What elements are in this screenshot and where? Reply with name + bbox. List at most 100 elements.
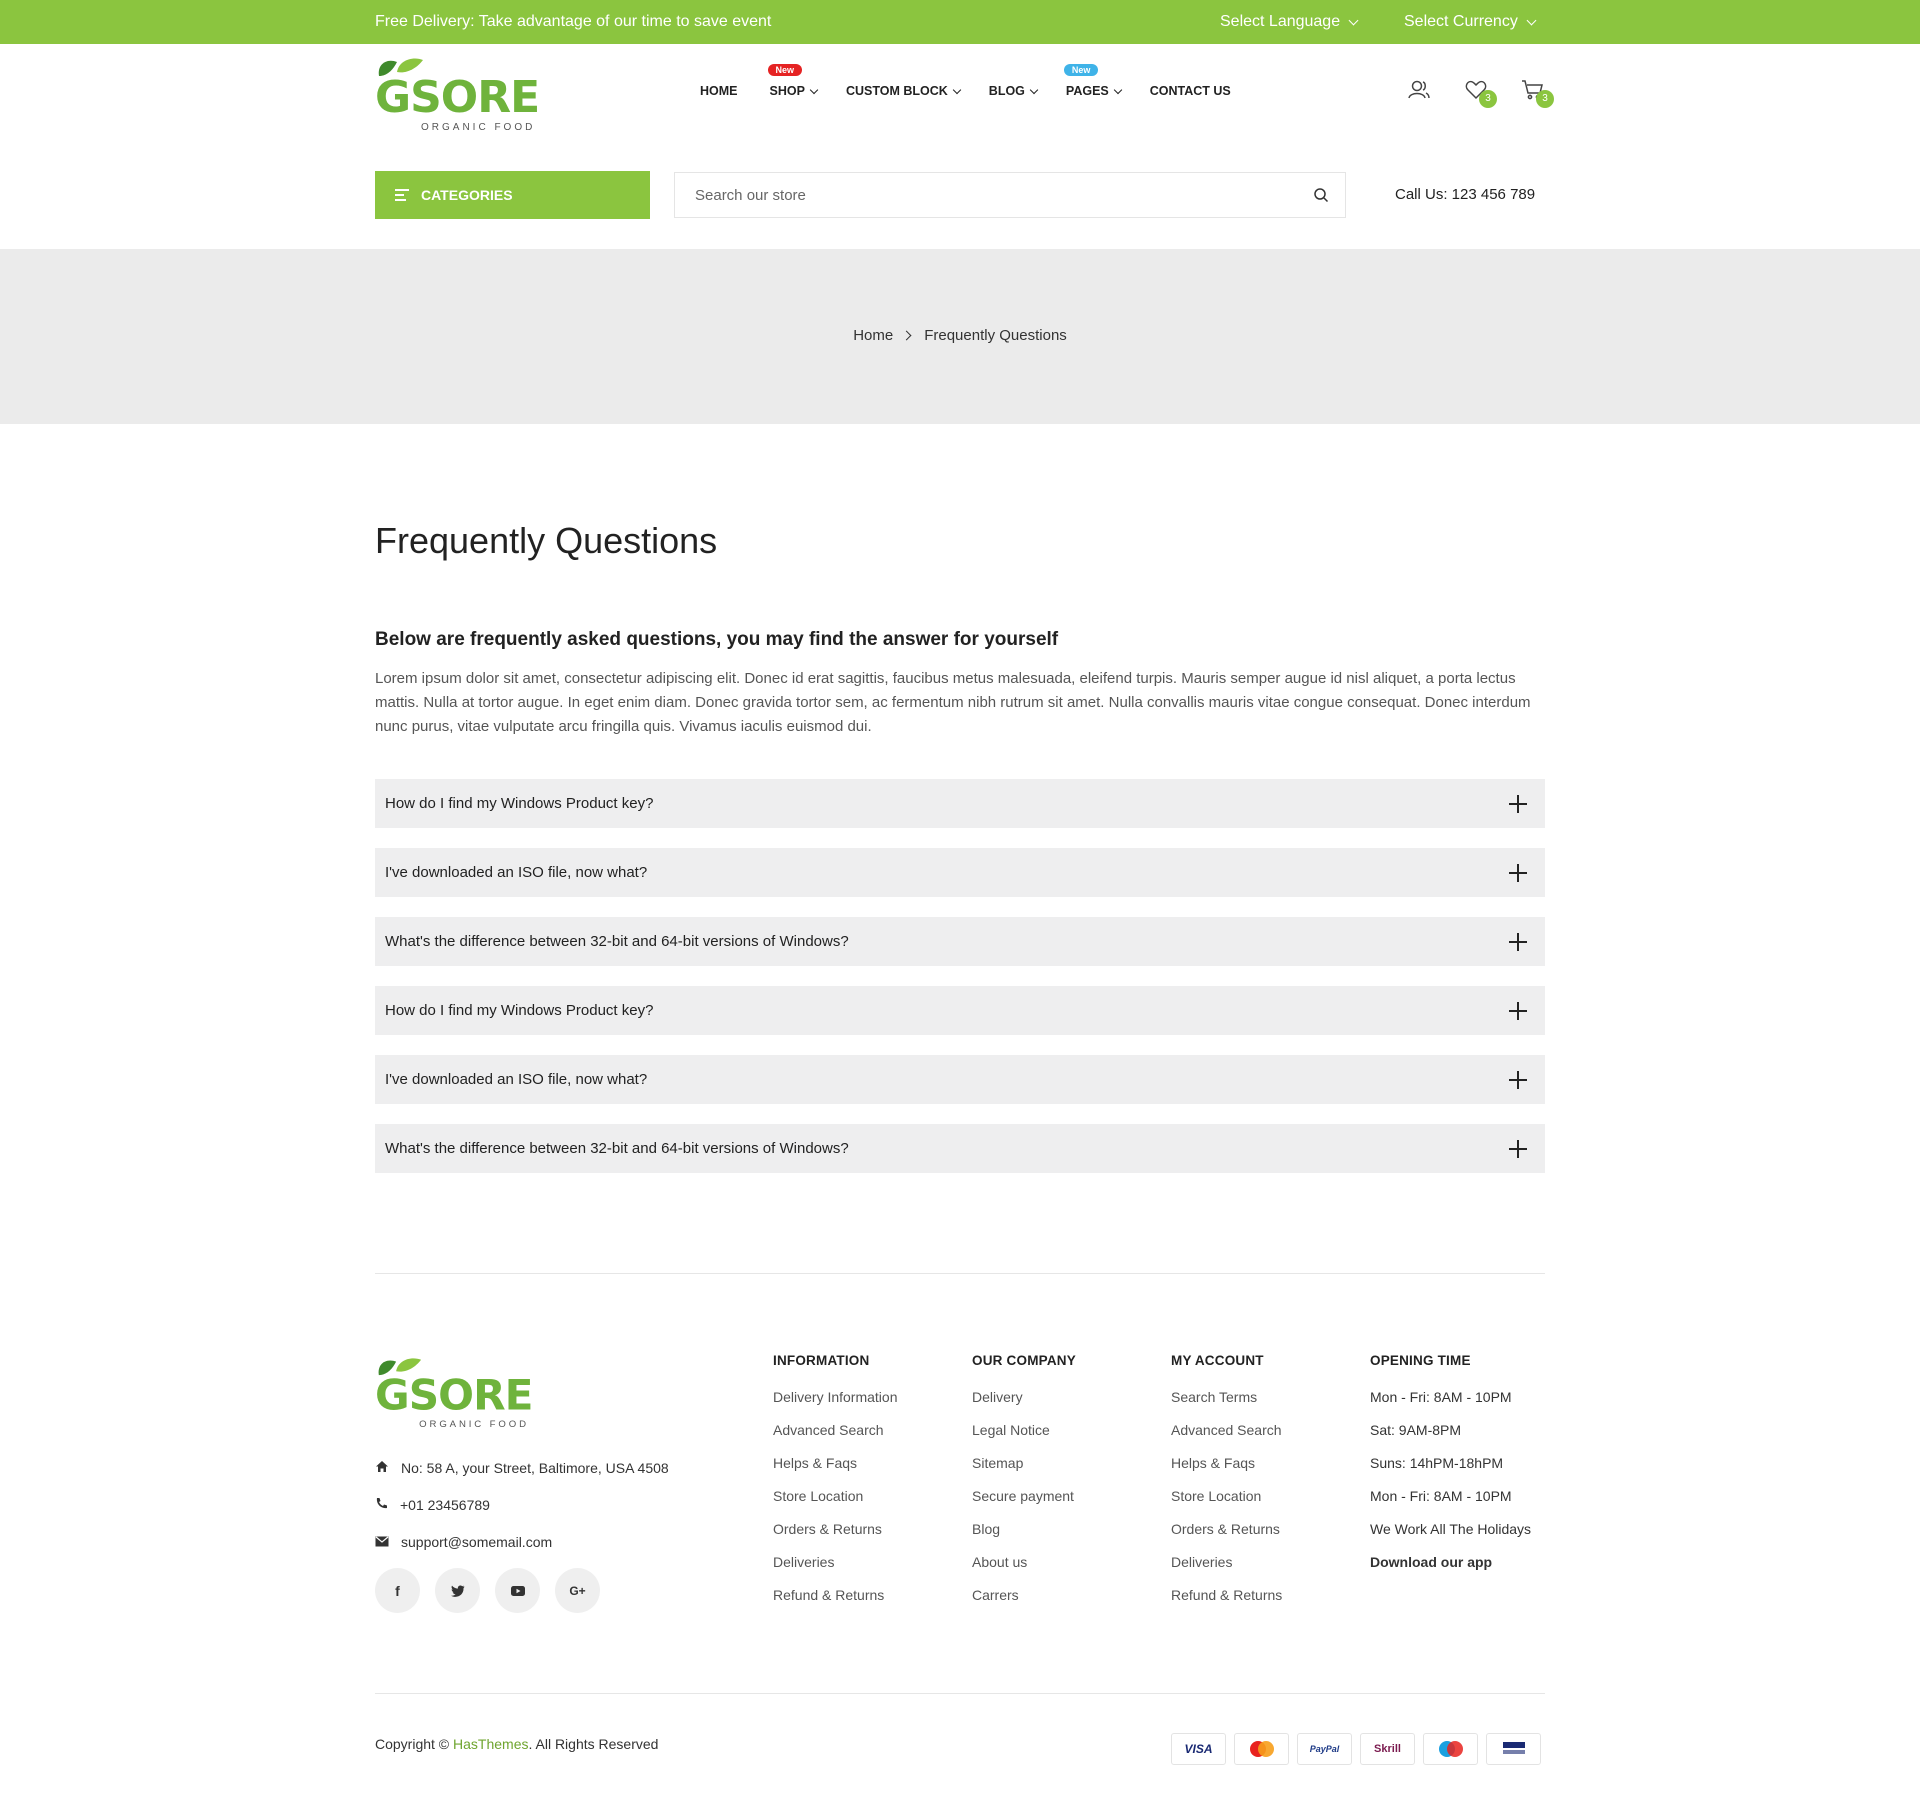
cart-count-badge: 3 — [1536, 90, 1554, 108]
nav-shop-label: SHOP — [769, 84, 805, 98]
footer-link[interactable]: Helps & Faqs — [1171, 1455, 1282, 1488]
faq-question-text: I've downloaded an ISO file, now what? — [385, 1071, 648, 1088]
nav-contact[interactable]: CONTACT US — [1150, 84, 1231, 98]
footer-link[interactable]: Secure payment — [972, 1488, 1076, 1521]
facebook-icon[interactable]: f — [375, 1568, 420, 1613]
skrill-label: Skrill — [1374, 1743, 1401, 1755]
call-us: Call Us: 123 456 789 — [1395, 186, 1536, 203]
cart-icon[interactable]: 3 — [1521, 78, 1554, 108]
search-icon[interactable] — [1313, 187, 1329, 208]
footer-link[interactable]: Refund & Returns — [773, 1587, 898, 1620]
categories-button[interactable]: CATEGORIES — [375, 171, 650, 219]
nav-home-label: HOME — [700, 84, 738, 98]
phone-icon — [375, 1497, 388, 1513]
search-input[interactable] — [675, 173, 1275, 217]
footer-link[interactable]: Store Location — [1171, 1488, 1282, 1521]
nav-custom-block[interactable]: CUSTOM BLOCK — [845, 84, 962, 98]
address-text: No: 58 A, your Street, Baltimore, USA 45… — [401, 1460, 669, 1476]
categories-label: CATEGORIES — [421, 187, 513, 203]
language-label: Select Language — [1220, 13, 1341, 30]
footer-link[interactable]: Blog — [972, 1521, 1076, 1554]
opening-hours: Mon - Fri: 8AM - 10PM — [1370, 1389, 1512, 1405]
footer-company: OUR COMPANY Delivery Legal Notice Sitema… — [972, 1353, 1076, 1620]
faq-question[interactable]: I've downloaded an ISO file, now what? — [375, 848, 1545, 897]
plus-icon — [1509, 933, 1527, 951]
email-text[interactable]: support@somemail.com — [401, 1534, 552, 1550]
footer-email: support@somemail.com — [375, 1534, 552, 1550]
wishlist-icon[interactable]: 3 — [1464, 78, 1497, 108]
plus-icon — [1509, 864, 1527, 882]
promo-text: Free Delivery: Take advantage of our tim… — [375, 13, 772, 30]
breadcrumb-home[interactable]: Home — [853, 327, 893, 344]
faq-question-text: What's the difference between 32-bit and… — [385, 933, 849, 950]
faq-question[interactable]: I've downloaded an ISO file, now what? — [375, 1055, 1545, 1104]
faq-question-text: How do I find my Windows Product key? — [385, 1002, 654, 1019]
faq-description: Lorem ipsum dolor sit amet, consectetur … — [375, 670, 1531, 735]
footer-link[interactable]: Orders & Returns — [773, 1521, 898, 1554]
footer-link[interactable]: Advanced Search — [1171, 1422, 1282, 1455]
footer-link[interactable]: Advanced Search — [773, 1422, 898, 1455]
faq-question[interactable]: How do I find my Windows Product key? — [375, 986, 1545, 1035]
youtube-icon[interactable] — [495, 1568, 540, 1613]
footer-link[interactable]: Refund & Returns — [1171, 1587, 1282, 1620]
twitter-icon[interactable] — [435, 1568, 480, 1613]
chevron-down-icon — [952, 85, 962, 94]
opening-hours: Sat: 9AM-8PM — [1370, 1422, 1462, 1438]
home-icon — [375, 1460, 389, 1476]
language-select[interactable]: Select Language — [1220, 13, 1359, 31]
top-bar: Free Delivery: Take advantage of our tim… — [0, 0, 1920, 44]
chevron-down-icon — [809, 85, 819, 94]
faq-question-text: What's the difference between 32-bit and… — [385, 1140, 849, 1157]
footer-link[interactable]: Legal Notice — [972, 1422, 1076, 1455]
nav-blog[interactable]: BLOG — [988, 84, 1039, 98]
footer-link[interactable]: Helps & Faqs — [773, 1455, 898, 1488]
footer-link[interactable]: Delivery — [972, 1389, 1076, 1422]
visa-label: VISA — [1184, 1742, 1213, 1756]
nav-blog-label: BLOG — [988, 84, 1025, 98]
footer-link[interactable]: Deliveries — [773, 1554, 898, 1587]
user-icon[interactable] — [1407, 78, 1433, 104]
footer-phone: +01 23456789 — [375, 1497, 490, 1513]
footer-information: INFORMATION Delivery Information Advance… — [773, 1353, 898, 1620]
footer-link[interactable]: Sitemap — [972, 1455, 1076, 1488]
currency-select[interactable]: Select Currency — [1404, 13, 1537, 31]
wishlist-count-badge: 3 — [1479, 90, 1497, 108]
download-app-link[interactable]: Download our app — [1370, 1554, 1531, 1587]
faq-question[interactable]: What's the difference between 32-bit and… — [375, 1124, 1545, 1173]
chevron-down-icon — [1029, 85, 1039, 94]
faq-question[interactable]: How do I find my Windows Product key? — [375, 779, 1545, 828]
menu-icon — [395, 189, 409, 201]
nav-home[interactable]: HOME — [700, 84, 738, 98]
chevron-down-icon — [1113, 85, 1122, 94]
nav-contact-label: CONTACT US — [1149, 84, 1231, 98]
main-nav: HOME New SHOP CUSTOM BLOCK BLOG New PAGE… — [700, 64, 1231, 98]
chevron-down-icon — [1526, 15, 1537, 25]
plus-icon — [1509, 1002, 1527, 1020]
new-badge: New — [767, 64, 803, 76]
footer-link[interactable]: About us — [972, 1554, 1076, 1587]
nav-pages[interactable]: New PAGES — [1063, 64, 1122, 98]
footer-link[interactable]: Orders & Returns — [1171, 1521, 1282, 1554]
nav-shop[interactable]: New SHOP — [767, 64, 819, 98]
search-box — [674, 172, 1346, 218]
faq-question[interactable]: What's the difference between 32-bit and… — [375, 917, 1545, 966]
footer-link[interactable]: Store Location — [773, 1488, 898, 1521]
copyright-brand-link[interactable]: HasThemes — [453, 1736, 528, 1752]
site-logo[interactable]: GSORE ORGANIC FOOD — [375, 54, 540, 133]
footer-link[interactable]: Delivery Information — [773, 1389, 898, 1422]
footer-col-title: OPENING TIME — [1370, 1353, 1471, 1368]
footer-link[interactable]: Carrers — [972, 1587, 1076, 1620]
footer-link[interactable]: Deliveries — [1171, 1554, 1282, 1587]
footer-bottom-divider — [375, 1693, 1545, 1694]
logo-word: GSORE — [375, 1371, 534, 1421]
breadcrumb-band: Home Frequently Questions — [0, 249, 1920, 424]
faq-question-text: How do I find my Windows Product key? — [385, 795, 654, 812]
footer-logo[interactable]: GSORE ORGANIC FOOD — [375, 1354, 534, 1430]
phone-text: +01 23456789 — [400, 1497, 490, 1513]
footer-link[interactable]: Search Terms — [1171, 1389, 1282, 1422]
nav-custom-block-label: CUSTOM BLOCK — [845, 84, 948, 98]
chevron-down-icon — [1348, 15, 1359, 25]
google-plus-icon[interactable]: G+ — [555, 1568, 600, 1613]
faq-question-text: I've downloaded an ISO file, now what? — [385, 864, 648, 881]
footer-col-title: OUR COMPANY — [972, 1353, 1076, 1368]
